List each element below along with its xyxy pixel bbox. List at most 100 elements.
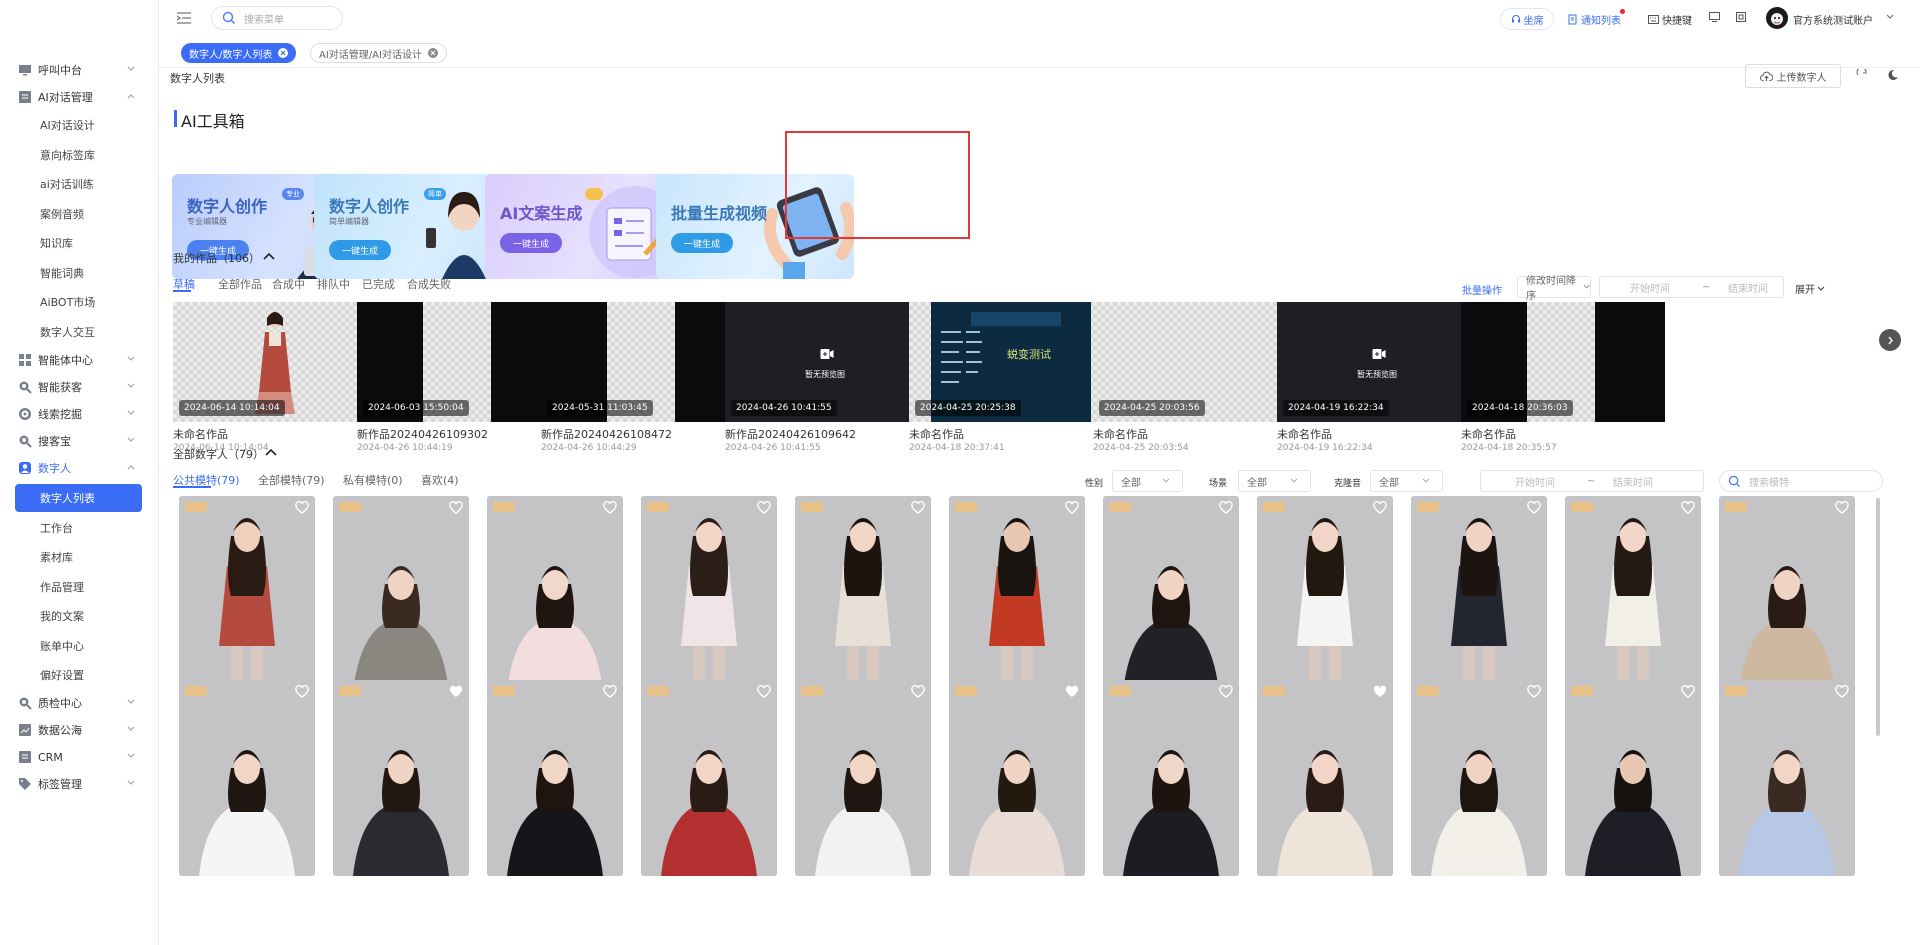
heart-icon[interactable] [449, 685, 463, 699]
seat-button[interactable]: 坐席 [1500, 8, 1554, 30]
works-tab[interactable]: 全部作品 [218, 276, 262, 292]
batch-operation-link[interactable]: 批量操作 [1462, 282, 1502, 297]
heart-icon[interactable] [1681, 501, 1695, 515]
avatar-card[interactable] [179, 496, 315, 692]
heart-icon[interactable] [1065, 501, 1079, 515]
works-end-date[interactable]: 结束时间 [1728, 280, 1768, 295]
tab-digital-human-list[interactable]: 数字人/数字人列表 [181, 43, 297, 63]
avatar-card[interactable] [1411, 680, 1547, 876]
sidebar-item[interactable]: 素材库 [0, 540, 158, 574]
scene-select[interactable]: 全部 [1238, 470, 1311, 492]
works-tab[interactable]: 合成失败 [407, 276, 451, 292]
refresh-icon[interactable] [1856, 69, 1868, 81]
sidebar-item[interactable]: AiBOT市场 [0, 285, 158, 319]
heart-icon[interactable] [1835, 685, 1849, 699]
work-card[interactable]: 暂无预览图 2024-04-19 16:22:34 未命名作品 2024-04-19 … [1277, 302, 1481, 453]
heart-icon[interactable] [757, 501, 771, 515]
work-card[interactable]: 2024-04-25 20:03:56 未命名作品 2024-04-25 20:03… [1093, 302, 1297, 453]
avatar-card[interactable] [1719, 496, 1855, 692]
avatar-card[interactable] [1257, 680, 1393, 876]
avatar-tab[interactable]: 全部模特(79) [258, 472, 325, 488]
scrollbar[interactable] [1876, 498, 1880, 736]
heart-icon[interactable] [603, 685, 617, 699]
heart-icon[interactable] [295, 501, 309, 515]
avatar-card[interactable] [795, 496, 931, 692]
generate-button[interactable]: 一键生成 [671, 233, 733, 253]
avatar-card[interactable] [487, 680, 623, 876]
avatar-date-range[interactable]: 开始时间 ~ 结束时间 [1480, 470, 1704, 492]
avatar-card[interactable] [641, 496, 777, 692]
tab-ai-dialog-design[interactable]: AI对话管理/AI对话设计 [310, 43, 447, 63]
heart-icon[interactable] [1681, 685, 1695, 699]
avatar[interactable] [1766, 7, 1788, 29]
close-icon[interactable] [427, 48, 438, 58]
heart-icon[interactable] [911, 685, 925, 699]
avatars-collapse-icon[interactable] [265, 448, 277, 456]
close-icon[interactable] [278, 48, 289, 58]
works-date-range[interactable]: 开始时间 ~ 结束时间 [1599, 276, 1784, 298]
screen-icon[interactable] [1709, 12, 1720, 22]
work-card[interactable]: 2024-06-14 10:14:04 未命名作品 2024-06-14 10:14… [173, 302, 377, 453]
work-card[interactable]: 2024-06-03 15:50:04 新作品20240426109302 2024… [357, 302, 561, 453]
work-card[interactable]: 蜕变测试 2024-04-25 20:25:38 未命名作品 2024-04-18 2… [909, 302, 1113, 453]
sidebar-item[interactable]: 我的文案 [0, 599, 158, 633]
avatar-card[interactable] [487, 496, 623, 692]
heart-icon[interactable] [1065, 685, 1079, 699]
work-card[interactable]: 2024-04-18 20:36:03 未命名作品 2024-04-18 20:35… [1461, 302, 1665, 453]
upload-digital-human-button[interactable]: 上传数字人 [1745, 64, 1841, 88]
avatar-card[interactable] [179, 680, 315, 876]
heart-icon[interactable] [295, 685, 309, 699]
avatar-card[interactable] [1565, 680, 1701, 876]
avatar-card[interactable] [949, 680, 1085, 876]
work-thumbnail[interactable]: 暂无预览图 2024-04-19 16:22:34 [1277, 302, 1481, 422]
avatar-card[interactable] [1257, 496, 1393, 692]
works-collapse-icon[interactable] [263, 252, 275, 260]
avatar-card[interactable] [795, 680, 931, 876]
toolbox-card[interactable]: AI文案生成 一键生成 [485, 174, 683, 279]
sidebar-item[interactable]: 数字人列表 [15, 484, 142, 512]
avatar-card[interactable] [1719, 680, 1855, 876]
menu-collapse-icon[interactable] [177, 12, 191, 24]
avatar-tab[interactable]: 私有模特(0) [343, 472, 403, 488]
avatar-card[interactable] [641, 680, 777, 876]
expand-toggle[interactable]: 展开 [1795, 281, 1825, 296]
work-thumbnail[interactable]: 暂无预览图 2024-04-26 10:41:55 [725, 302, 929, 422]
heart-icon[interactable] [1373, 685, 1387, 699]
heart-icon[interactable] [1527, 501, 1541, 515]
heart-icon[interactable] [449, 501, 463, 515]
avatar-card[interactable] [1411, 496, 1547, 692]
work-thumbnail[interactable]: 2024-05-31 11:03:45 [541, 302, 745, 422]
heart-icon[interactable] [1373, 501, 1387, 515]
avatar-start-date[interactable]: 开始时间 [1515, 474, 1555, 489]
account-chevron-icon[interactable] [1886, 14, 1894, 20]
toolbox-card[interactable]: 数字人创作 简单编辑器 简单 一键生成 [314, 174, 512, 279]
notify-list-button[interactable]: 通知列表 [1568, 9, 1625, 27]
generate-button[interactable]: 一键生成 [500, 233, 562, 253]
dark-mode-icon[interactable] [1886, 69, 1898, 81]
avatar-tab[interactable]: 喜欢(4) [421, 472, 459, 488]
avatar-card[interactable] [1103, 680, 1239, 876]
avatar-card[interactable] [1565, 496, 1701, 692]
heart-icon[interactable] [1835, 501, 1849, 515]
gender-select[interactable]: 全部 [1112, 470, 1183, 492]
works-tab[interactable]: 合成中 [272, 276, 305, 292]
work-thumbnail[interactable]: 2024-06-03 15:50:04 [357, 302, 561, 422]
sidebar-item[interactable]: AI对话设计 [0, 108, 158, 142]
work-thumbnail[interactable]: 2024-04-18 20:36:03 [1461, 302, 1665, 422]
work-card[interactable]: 暂无预览图 2024-04-26 10:41:55 新作品2024042610964… [725, 302, 929, 453]
work-thumbnail[interactable]: 2024-04-25 20:03:56 [1093, 302, 1297, 422]
work-card[interactable]: 2024-05-31 11:03:45 新作品20240426108472 2024… [541, 302, 745, 453]
works-tab[interactable]: 排队中 [317, 276, 350, 292]
sidebar-item[interactable]: 标签管理 [0, 767, 158, 801]
heart-icon[interactable] [1527, 685, 1541, 699]
avatar-card[interactable] [1103, 496, 1239, 692]
shortcut-button[interactable]: 快捷键 [1648, 12, 1692, 27]
sidebar-item[interactable]: ai对话训练 [0, 167, 158, 201]
work-thumbnail[interactable]: 2024-06-14 10:14:04 [173, 302, 377, 422]
heart-icon[interactable] [1219, 685, 1233, 699]
avatar-card[interactable] [333, 680, 469, 876]
avatar-card[interactable] [949, 496, 1085, 692]
avatar-end-date[interactable]: 结束时间 [1613, 474, 1653, 489]
avatar-search-input[interactable]: 搜索模特 [1719, 470, 1883, 492]
heart-icon[interactable] [603, 501, 617, 515]
